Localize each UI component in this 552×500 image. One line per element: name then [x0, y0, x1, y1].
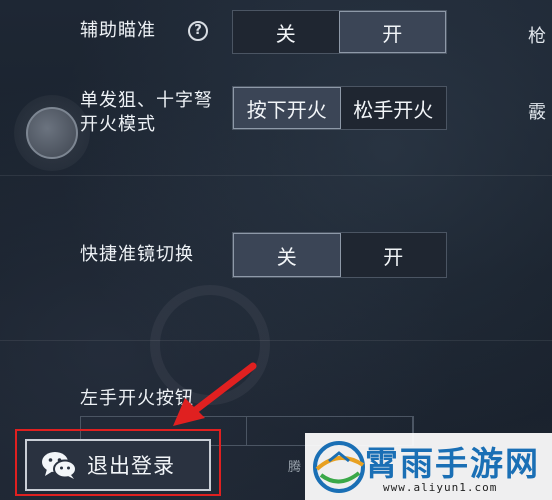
wechat-icon — [42, 452, 77, 479]
aim-assist-toggle: 关 开 — [232, 10, 447, 54]
row-divider — [0, 175, 552, 176]
row-divider — [0, 340, 552, 341]
aim-assist-off-option[interactable]: 关 — [233, 11, 339, 53]
joystick-knob[interactable] — [26, 107, 78, 159]
right-edge-label: 霰 — [528, 102, 546, 123]
quick-scope-toggle: 关 开 — [232, 232, 447, 278]
partial-text: 腾 — [288, 460, 302, 475]
aim-assist-on-option[interactable]: 开 — [338, 11, 446, 53]
watermark-url: www.aliyun1.com — [383, 481, 498, 494]
logout-button[interactable]: 退出登录 — [25, 439, 211, 491]
fire-mode-toggle: 按下开火 松手开火 — [232, 86, 447, 130]
quick-scope-on-option[interactable]: 开 — [340, 233, 446, 277]
right-edge-label: 枪 — [528, 26, 546, 47]
watermark-name: 霄雨手游网 — [365, 444, 540, 483]
quick-scope-off-option[interactable]: 关 — [233, 233, 341, 277]
aim-assist-label: 辅助瞄准 — [80, 20, 156, 41]
question-circle-icon[interactable]: ? — [188, 21, 208, 41]
watermark-emblem-icon — [313, 441, 365, 493]
press-to-fire-option[interactable]: 按下开火 — [233, 87, 341, 129]
release-to-fire-option[interactable]: 松手开火 — [340, 87, 446, 129]
fire-mode-label-line1: 单发狙、十字弩 — [80, 90, 213, 111]
fire-mode-label-line2: 开火模式 — [80, 114, 156, 135]
watermark-logo: 霄雨手游网 www.aliyun1.com — [305, 433, 552, 500]
quick-scope-label: 快捷准镜切换 — [80, 244, 194, 265]
red-arrow-annotation — [173, 362, 257, 426]
logout-label: 退出登录 — [87, 454, 175, 478]
